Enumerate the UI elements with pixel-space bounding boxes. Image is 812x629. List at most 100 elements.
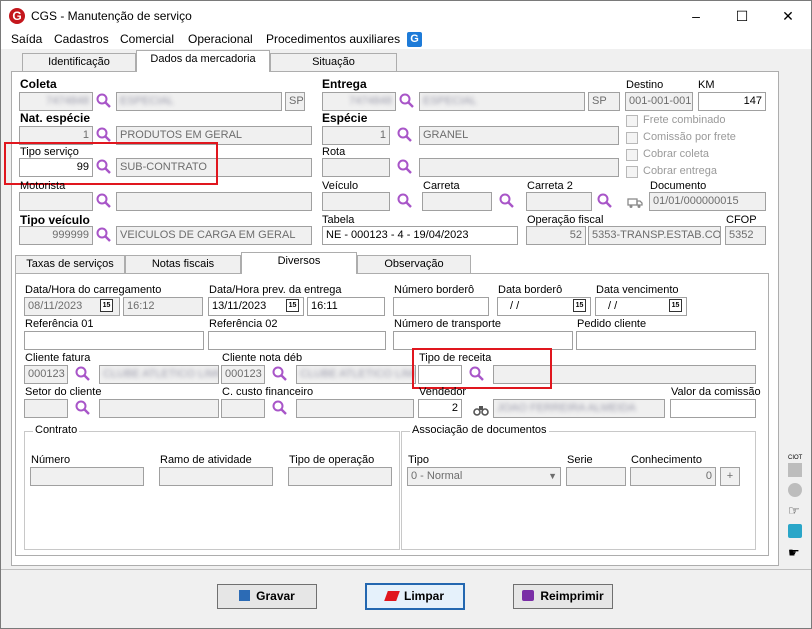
numero-field[interactable] [30,467,144,486]
motorista-name[interactable] [116,192,312,211]
menu-procedimentos[interactable]: Procedimentos auxiliares [266,32,400,46]
numero-bordero-field[interactable] [393,297,489,316]
tipo-veiculo-name[interactable]: VEICULOS DE CARGA EM GERAL [116,226,312,245]
tab-taxas-servicos[interactable]: Taxas de serviços [15,255,125,274]
km-field[interactable]: 147 [698,92,766,111]
ramo-atividade-field[interactable] [159,467,273,486]
carreta2-search-icon[interactable] [596,192,614,210]
operacao-fiscal-code[interactable]: 52 [526,226,586,245]
pedido-cliente-label: Pedido cliente [577,318,647,330]
cfop-field[interactable]: 5352 [725,226,766,245]
cliente-nota-code[interactable]: 000123 [221,365,265,384]
menu-cadastros[interactable]: Cadastros [54,32,109,46]
cliente-nota-search-icon[interactable] [271,365,289,383]
divider [1,569,811,570]
tab-identificacao[interactable]: Identificação [22,53,136,72]
ciot-icon[interactable] [788,463,802,477]
limpar-button[interactable]: Limpar [365,583,465,610]
coleta-uf[interactable]: SP [285,92,305,111]
pedido-cliente-field[interactable] [576,331,756,350]
cobrar-entrega-checkbox[interactable] [626,166,638,178]
entrega-name-field[interactable]: ESPECIAL [419,92,585,111]
especie-name[interactable]: GRANEL [419,126,619,145]
coleta-search-icon[interactable] [95,92,113,110]
entrega-code-field[interactable]: 7474848 [322,92,396,111]
motorista-code[interactable] [19,192,93,211]
cobrar-coleta-checkbox[interactable] [626,149,638,161]
frete-combinado-checkbox[interactable] [626,115,638,127]
tab-dados-mercadoria[interactable]: Dados da mercadoria [136,50,270,72]
veiculo-field[interactable] [322,192,390,211]
help-logo-icon[interactable]: G [407,32,422,47]
close-button[interactable]: ✕ [765,1,811,31]
carregamento-time[interactable]: 16:12 [123,297,203,316]
tab-diversos[interactable]: Diversos [241,252,357,274]
referencia2-field[interactable] [208,331,386,350]
gravar-button[interactable]: Gravar [217,584,317,609]
status-dot-icon[interactable] [788,483,802,497]
binoculars-icon[interactable] [472,401,490,419]
cliente-fatura-name-field[interactable]: CLUBE ATLETICO LIMIAR [99,365,219,384]
tabela-field[interactable]: NE - 000123 - 4 - 19/04/2023 [322,226,518,245]
veiculo-search-icon[interactable] [396,192,414,210]
referencia1-field[interactable] [24,331,204,350]
people-icon[interactable] [788,524,802,538]
valor-comissao-field[interactable] [670,399,756,418]
setor-cliente-name[interactable] [99,399,219,418]
truck-icon[interactable] [626,193,644,211]
carreta-search-icon[interactable] [498,192,516,210]
tab-notas-fiscais[interactable]: Notas fiscais [125,255,241,274]
entrega-uf[interactable]: SP [588,92,620,111]
referencia2-label: Referência 02 [209,318,278,330]
menu-comercial[interactable]: Comercial [120,32,174,46]
coleta-name-field[interactable]: ESPECIAL [116,92,282,111]
coleta-code-field[interactable]: 7474848 [19,92,93,111]
setor-search-icon[interactable] [74,399,92,417]
custo-search-icon[interactable] [271,399,289,417]
vendedor-name-field[interactable]: JOAO FERREIRA ALMEIDA [493,399,665,418]
pointing-hand-icon[interactable]: ☞ [788,504,802,518]
rota-name[interactable] [419,158,619,177]
comissao-frete-checkbox[interactable] [626,132,638,144]
numero-label: Número [31,454,71,466]
tab-situacao[interactable]: Situação [270,53,397,72]
documento-field[interactable]: 01/01/000000015 [649,192,766,211]
custo-financeiro-code[interactable] [221,399,265,418]
calendar-icon[interactable]: 15 [286,299,299,312]
especie-search-icon[interactable] [396,126,414,144]
menu-operacional[interactable]: Operacional [188,32,253,46]
coleta-code: 7474848 [46,95,89,107]
tipo-operacao-field[interactable] [288,467,392,486]
calendar-icon[interactable]: 15 [573,299,586,312]
menu-saida[interactable]: Saída [11,32,42,46]
hand-tool-icon[interactable]: ☛ [788,546,802,560]
rota-search-icon[interactable] [396,158,414,176]
serie-field[interactable] [566,467,626,486]
custo-financeiro-name[interactable] [296,399,414,418]
conhecimento-field[interactable]: 0 [630,467,716,486]
tipo-veiculo-search-icon[interactable] [95,226,113,244]
tab-observacao[interactable]: Observação [357,255,471,274]
add-icon[interactable]: + [720,467,740,486]
tipo-select[interactable]: 0 - Normal ▼ [407,467,561,486]
operacao-fiscal-name[interactable]: 5353-TRANSP.ESTAB.CO [588,226,721,245]
cliente-nota-name-field[interactable]: CLUBE ATLETICO LIMIAR [296,365,416,384]
cliente-fatura-code[interactable]: 000123 [24,365,68,384]
calendar-icon[interactable]: 15 [669,299,682,312]
cliente-fatura-search-icon[interactable] [74,365,92,383]
calendar-icon[interactable]: 15 [100,299,113,312]
carreta-field[interactable] [422,192,492,211]
rota-code[interactable] [322,158,390,177]
destino-field[interactable]: 001-001-001 [625,92,693,111]
motorista-search-icon[interactable] [95,192,113,210]
reimprimir-button[interactable]: Reimprimir [513,584,613,609]
vendedor-code[interactable]: 2 [418,399,462,418]
maximize-button[interactable]: ☐ [719,1,765,31]
minimize-button[interactable]: – [673,1,719,31]
carreta2-field[interactable] [526,192,592,211]
setor-cliente-code[interactable] [24,399,68,418]
especie-code[interactable]: 1 [322,126,390,145]
previsao-time[interactable]: 16:11 [307,297,385,316]
entrega-search-icon[interactable] [398,92,416,110]
tipo-veiculo-code[interactable]: 999999 [19,226,93,245]
